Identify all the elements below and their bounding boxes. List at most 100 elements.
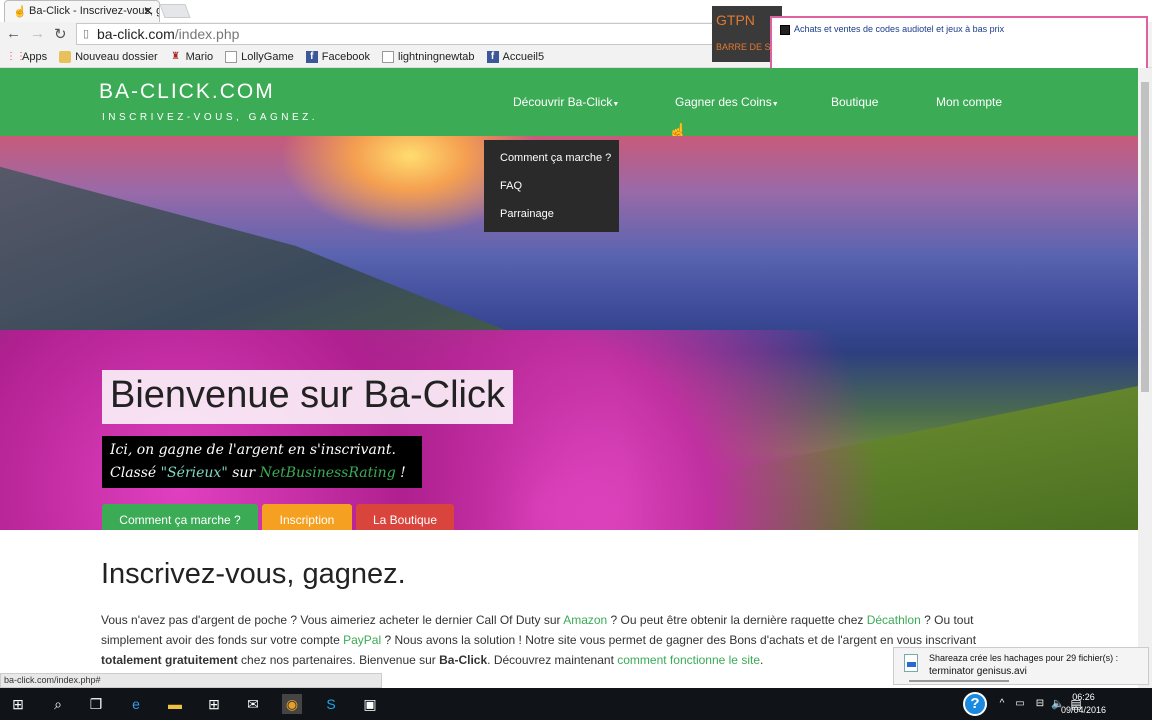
site-tagline: INSCRIVEZ-VOUS, GAGNEZ. [102,112,319,123]
toast-progress [909,680,1009,682]
scrollbar-thumb[interactable] [1141,82,1149,392]
battery-icon[interactable]: ▭ [1010,694,1030,714]
tab-title: Ba-Click - Inscrivez-vous, g [29,5,160,17]
mail-icon[interactable]: ✉ [243,694,263,714]
text: Vous n'avez pas d'argent de poche ? Vous… [101,613,564,627]
bookmark-label: Nouveau dossier [75,50,158,63]
mario-icon: ♜ [171,50,181,62]
bookmark-apps[interactable]: ⋮⋮ Apps [6,51,47,63]
text: . [760,653,764,667]
browser-tab[interactable]: ☝ Ba-Click - Inscrivez-vous, g ✕ [4,0,160,22]
reload-icon[interactable]: ↻ [54,25,67,43]
help-icon[interactable]: ? [963,692,987,716]
page-icon [225,50,238,63]
toast-line-1: Shareaza crée les hachages pour 29 fichi… [929,653,1119,663]
windows-start-icon[interactable]: ⊞ [8,694,28,714]
decathlon-link[interactable]: Décathlon [867,613,921,627]
clock-time: 06:26 [1072,692,1095,702]
netbusinessrating-link[interactable]: NetBusinessRating [260,465,396,481]
back-icon[interactable]: ← [6,25,21,42]
folder-icon [59,50,72,63]
hero-subtitle: Ici, on gagne de l'argent en s'inscrivan… [102,436,422,488]
text: sur [227,465,260,481]
caret-down-icon: ▼ [612,101,620,108]
popup-side-sub: BARRE DE S [716,42,771,52]
amazon-link[interactable]: Amazon [563,613,607,627]
task-view-icon[interactable]: ❐ [86,694,106,714]
chrome-icon[interactable]: ◉ [282,694,302,714]
close-box-icon[interactable] [780,25,790,35]
nav-label: Gagner des Coins [675,95,772,109]
text: . Découvrez maintenant [487,653,618,667]
app-window-icon[interactable]: ▣ [360,694,380,714]
bookmark-label: Facebook [321,50,371,63]
bookmark-lollygame[interactable]: LollyGame [225,50,294,63]
intro-paragraph: Vous n'avez pas d'argent de poche ? Vous… [101,610,1031,670]
page-scrollbar[interactable] [1138,68,1152,688]
la-boutique-button[interactable]: La Boutique [356,504,454,530]
hero-flowers [0,330,900,530]
shareaza-notification[interactable]: Shareaza crée les hachages pour 29 fichi… [893,647,1149,685]
toast-line-2: terminator genisus.avi [929,666,1027,677]
new-tab-button[interactable] [159,4,191,18]
bookmark-label: Mario [185,50,214,63]
bookmark-folder[interactable]: Nouveau dossier [59,50,158,63]
bookmark-accueil5[interactable]: f Accueil5 [486,50,545,63]
bookmark-label: Apps [22,50,48,63]
site-logo[interactable]: BA-CLICK.COM [99,80,275,104]
bold-text: totalement gratuitement [101,653,238,667]
bookmark-label: LollyGame [241,50,294,63]
search-icon[interactable]: ⌕ [48,694,68,714]
facebook-icon: f [305,50,318,63]
caret-down-icon: ▼ [771,101,779,108]
page-icon [382,50,395,63]
website: BA-CLICK.COM INSCRIVEZ-VOUS, GAGNEZ. Déc… [0,68,1138,688]
menu-item-comment-ca-marche[interactable]: Comment ça marche ? [484,152,619,180]
bookmark-mario[interactable]: ♜ Mario [170,50,214,63]
popup-message[interactable]: Achats et ventes de codes audiotel et je… [794,24,1004,34]
apps-icon: ⋮⋮ [6,50,26,62]
facebook-icon: f [486,50,499,63]
nav-boutique[interactable]: Boutique [831,95,878,109]
favicon-icon: ☝ [13,6,27,18]
network-icon[interactable]: ⊟ [1030,694,1050,714]
bookmark-label: lightningnewtab [398,50,475,63]
nav-decouvrir[interactable]: Découvrir Ba-Click▼ [513,95,619,109]
video-file-icon [904,654,918,672]
popup-side-title: GTPN [716,12,755,28]
hero-line-1: Ici, on gagne de l'argent en s'inscrivan… [110,442,396,458]
inscription-button[interactable]: Inscription [262,504,352,530]
bookmark-lightningnewtab[interactable]: lightningnewtab [382,50,475,63]
text: ! [395,465,406,481]
nav-gagner[interactable]: Gagner des Coins▼ [675,95,779,109]
decouvrir-dropdown-menu: Comment ça marche ? FAQ Parrainage [484,140,619,232]
hero-line-2: Classé "Sérieux" sur NetBusinessRating ! [110,462,414,485]
bookmark-facebook[interactable]: f Facebook [305,50,371,63]
text: ? Nous avons la solution ! Notre site vo… [381,633,977,647]
forward-icon[interactable]: → [30,25,45,42]
url-domain: ba-click.com [97,26,175,42]
how-it-works-link[interactable]: comment fonctionne le site [617,653,760,667]
menu-item-faq[interactable]: FAQ [484,180,619,208]
overlay-popup: GTPN BARRE DE S Achats et ventes de codes… [712,6,1152,74]
store-icon[interactable]: ⊞ [204,694,224,714]
serieux-text: "Sérieux" [160,465,228,481]
status-bar-url: ba-click.com/index.php# [0,673,382,688]
page-icon: ▯ [83,28,90,40]
paypal-link[interactable]: PayPal [343,633,381,647]
menu-item-parrainage[interactable]: Parrainage [484,208,619,236]
text: Classé [110,465,161,481]
system-clock[interactable]: 06:26 09/04/2016 [1061,691,1106,717]
url-path: /index.php [174,26,240,42]
edge-icon[interactable]: e [126,694,146,714]
skype-icon[interactable]: S [321,694,341,714]
section-title: Inscrivez-vous, gagnez. [101,558,406,590]
text: ? Ou peut être obtenir la dernière raque… [607,613,867,627]
file-explorer-icon[interactable]: ▬ [165,694,185,714]
nav-mon-compte[interactable]: Mon compte [936,95,1002,109]
close-tab-icon[interactable]: ✕ [143,4,153,18]
bookmark-label: Accueil5 [502,50,545,63]
show-hidden-icons-chevron[interactable]: ^ [992,694,1012,714]
comment-ca-marche-button[interactable]: Comment ça marche ? [102,504,258,530]
popup-box[interactable]: Achats et ventes de codes audiotel et je… [770,16,1148,74]
